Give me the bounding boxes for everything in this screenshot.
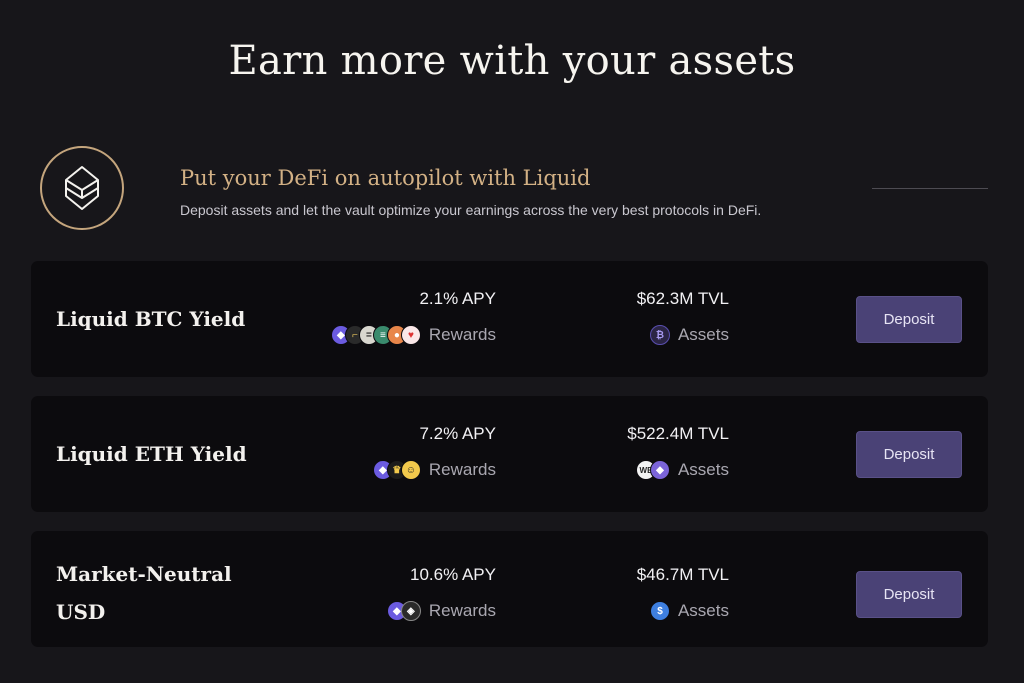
reward-icons: ◆ ⌐ = ≡ ● ♥ <box>330 325 421 345</box>
ethereum-icon: ◆ <box>649 460 670 480</box>
vault-name: Market-Neutral USD <box>56 555 232 631</box>
assets-label: Assets <box>677 325 729 344</box>
reward-icons: ◆ ◈ <box>386 601 421 621</box>
vault-apy: 10.6% APY <box>409 565 496 584</box>
vault-tvl: $522.4M TVL <box>627 424 729 443</box>
usd-icon: $ <box>649 601 670 621</box>
ethena-icon: ◈ <box>400 601 421 621</box>
vault-name-line: USD <box>56 600 106 624</box>
deposit-button[interactable]: Deposit <box>856 296 962 343</box>
rewards-label: Rewards <box>428 325 496 344</box>
vault-name-line: Market-Neutral <box>56 562 232 586</box>
vault-card-usd: Market-Neutral USD 10.6% APY ◆ ◈ Rewards… <box>31 531 988 647</box>
vault-apy: 7.2% APY <box>419 424 496 443</box>
assets-row: ₿ Assets <box>649 325 729 345</box>
vault-apy: 2.1% APY <box>419 289 496 308</box>
deposit-button[interactable]: Deposit <box>856 571 962 618</box>
vault-name: Liquid BTC Yield <box>56 307 246 331</box>
vault-tvl: $46.7M TVL <box>636 565 729 584</box>
vault-card-btc: Liquid BTC Yield 2.1% APY ◆ ⌐ = ≡ ● ♥ Re… <box>31 261 988 377</box>
intro-subtitle: Deposit assets and let the vault optimiz… <box>180 202 762 218</box>
rewards-row: ◆ ⌐ = ≡ ● ♥ Rewards <box>330 325 496 345</box>
asset-icons: $ <box>649 601 670 621</box>
liquid-logo-icon <box>65 166 99 210</box>
intro-banner: Put your DeFi on autopilot with Liquid D… <box>40 146 988 236</box>
deposit-button[interactable]: Deposit <box>856 431 962 478</box>
reward-icons: ◆ ♛ ☺ <box>372 460 421 480</box>
vault-card-eth: Liquid ETH Yield 7.2% APY ◆ ♛ ☺ Rewards … <box>31 396 988 512</box>
intro-heading: Put your DeFi on autopilot with Liquid <box>180 166 591 190</box>
assets-row: $ Assets <box>649 601 729 621</box>
vault-name: Liquid ETH Yield <box>56 442 247 466</box>
asset-icons: WE ◆ <box>635 460 670 480</box>
vault-tvl: $62.3M TVL <box>636 289 729 308</box>
rewards-row: ◆ ◈ Rewards <box>386 601 496 621</box>
rewards-label: Rewards <box>428 460 496 479</box>
liquid-logo <box>40 146 124 230</box>
assets-label: Assets <box>677 601 729 620</box>
divider <box>872 188 988 189</box>
rewards-row: ◆ ♛ ☺ Rewards <box>372 460 496 480</box>
token-icon: ♥ <box>400 325 421 345</box>
rewards-label: Rewards <box>428 601 496 620</box>
page-title: Earn more with your assets <box>228 38 796 84</box>
token-icon: ☺ <box>400 460 421 480</box>
bitcoin-icon: ₿ <box>649 325 670 345</box>
assets-row: WE ◆ Assets <box>635 460 729 480</box>
asset-icons: ₿ <box>649 325 670 345</box>
assets-label: Assets <box>677 460 729 479</box>
